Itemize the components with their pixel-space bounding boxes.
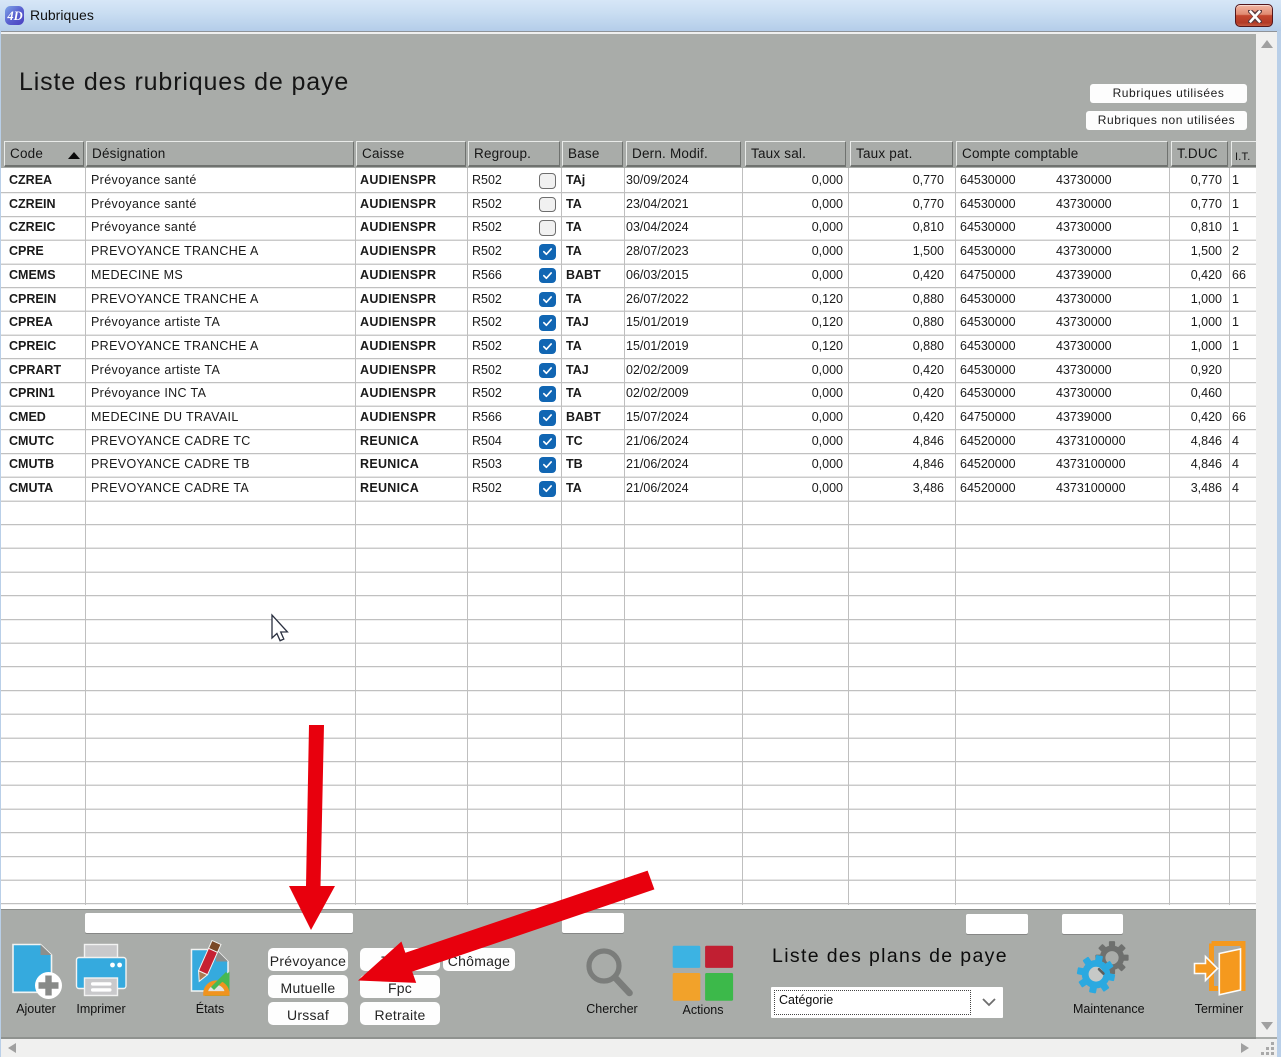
svg-text:4D: 4D [6,9,22,23]
